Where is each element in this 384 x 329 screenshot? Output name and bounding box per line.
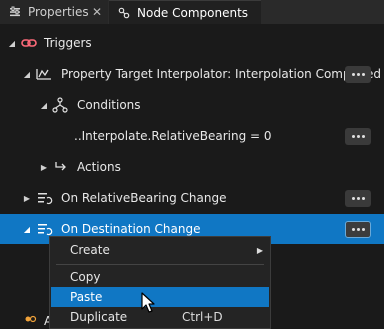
triggers-label: Triggers [44,36,92,50]
menu-item-create[interactable]: Create ▶ [51,240,269,260]
more-options-button[interactable] [345,127,371,145]
collapse-arrow-icon[interactable]: ◢ [22,224,32,234]
collapse-arrow-icon[interactable]: ◢ [22,69,32,79]
more-options-button[interactable] [345,65,371,83]
mouse-cursor-icon [141,292,155,313]
tree-row-conditions[interactable]: ◢ Conditions [0,90,384,120]
conditions-icon [51,96,69,114]
tree-row-actions[interactable]: ▶ Actions [0,152,384,182]
menu-item-paste[interactable]: Paste [51,287,269,307]
expand-arrow-icon[interactable]: ▶ [22,193,32,203]
more-options-button[interactable] [345,189,371,207]
properties-icon [8,5,22,19]
tree-row-on-relativebearing-change[interactable]: ▶ On RelativeBearing Change [0,183,384,213]
context-menu: Create ▶ Copy Paste Duplicate Ctrl+D [49,236,271,329]
tab-node-components-label: Node Components [137,5,249,20]
menu-item-copy-label: Copy [70,270,101,284]
menu-item-duplicate-label: Duplicate [70,310,128,324]
partial-trigger-icon [25,313,37,328]
on-destination-change-label: On Destination Change [61,222,201,236]
tree-row-property-target-interpolator[interactable]: ◢ Property Target Interpolator: Interpol… [0,59,384,89]
tree-row-partial[interactable]: A [0,309,52,329]
conditions-label: Conditions [77,98,141,112]
tab-bar-empty [261,0,384,24]
menu-item-duplicate-shortcut: Ctrl+D [182,310,223,324]
menu-item-duplicate[interactable]: Duplicate Ctrl+D [51,307,269,327]
condition-expression: ..Interpolate.RelativeBearing = 0 [74,129,272,143]
change-trigger-icon [36,189,54,207]
tab-properties-label: Properties [28,5,89,19]
submenu-arrow-icon: ▶ [256,245,263,255]
expand-arrow-icon[interactable]: ▶ [39,162,49,172]
on-relativebearing-change-label: On RelativeBearing Change [61,191,227,205]
actions-label: Actions [77,160,121,174]
collapse-arrow-icon[interactable]: ◢ [7,38,17,48]
tab-bar: Properties ✕ Node Components [0,0,384,24]
menu-item-create-label: Create [70,243,110,257]
tree-row-condition-item[interactable]: ..Interpolate.RelativeBearing = 0 [0,121,384,151]
interpolator-icon [35,65,53,83]
menu-item-paste-label: Paste [70,290,103,304]
more-options-button[interactable] [345,220,371,238]
actions-icon [52,158,70,176]
tree-row-triggers[interactable]: ◢ Triggers [0,28,384,58]
node-components-icon [117,6,131,20]
tab-properties[interactable]: Properties ✕ [0,0,108,24]
link-icon [20,34,38,52]
close-icon[interactable]: ✕ [92,5,102,19]
property-target-label: Property Target Interpolator: Interpolat… [61,67,382,81]
menu-item-copy[interactable]: Copy [51,267,269,287]
tab-node-components[interactable]: Node Components [109,0,261,24]
menu-separator [56,264,264,265]
collapse-arrow-icon[interactable]: ◢ [39,100,49,110]
